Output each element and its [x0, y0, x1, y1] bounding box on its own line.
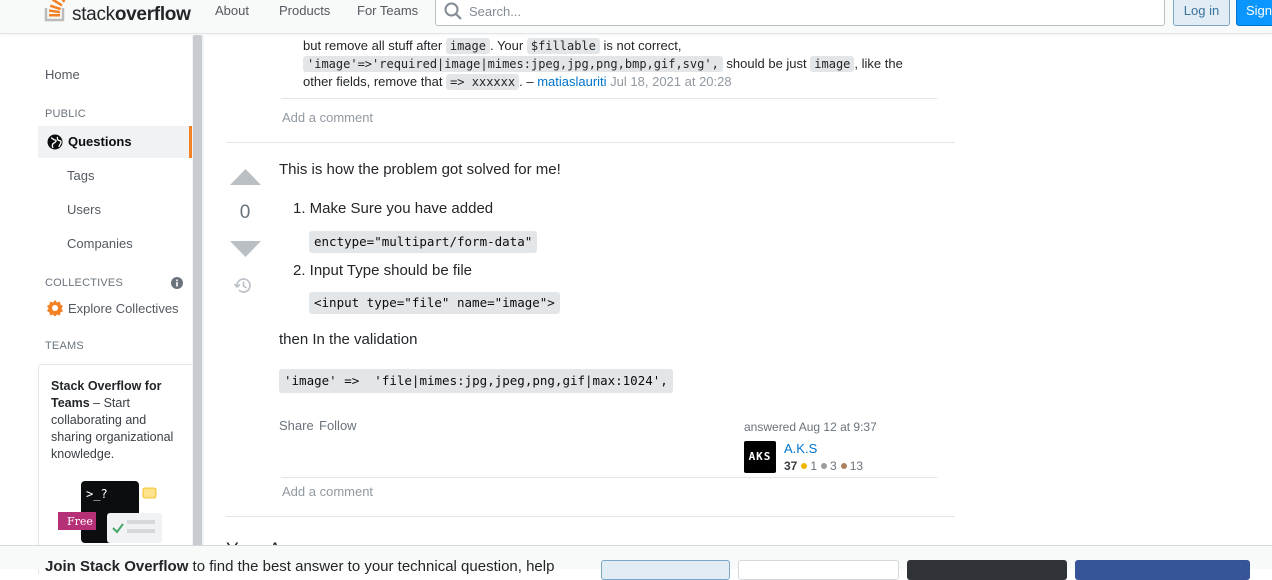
sidebar-item-users[interactable]: Users [67, 202, 101, 217]
sidebar-item-questions[interactable]: Questions [38, 126, 192, 158]
teams-promo-text: Stack Overflow for Teams – Start collabo… [51, 378, 186, 463]
sidebar-scrollbar-thumb[interactable] [193, 35, 202, 555]
left-sidebar: Home PUBLIC Questions Tags Users Compani… [0, 35, 195, 574]
comment-line-1: but remove all stuff after image. Your $… [303, 38, 682, 54]
section-collectives: COLLECTIVES [45, 277, 124, 289]
globe-icon [47, 134, 63, 150]
bronze-badge-count: 13 [849, 459, 864, 473]
comment-timestamp[interactable]: Jul 18, 2021 at 20:28 [610, 74, 731, 89]
upvote-arrow-icon[interactable] [229, 168, 262, 186]
vote-count: 0 [239, 202, 251, 223]
follow-link[interactable]: Follow [319, 418, 357, 433]
signup-button[interactable]: Sign [1236, 0, 1272, 26]
answered-timestamp[interactable]: answered Aug 12 at 9:37 [744, 420, 877, 434]
comment-line-3: other fields, remove that => xxxxxx. – m… [303, 74, 732, 90]
svg-text:>_?: >_? [86, 487, 108, 501]
answer-comment-divider [281, 477, 937, 478]
add-comment-link[interactable]: Add a comment [282, 484, 373, 499]
silver-badge-count: 3 [830, 459, 837, 473]
stack-logo-icon [44, 0, 66, 22]
comment-divider [281, 98, 937, 99]
explore-collectives-link[interactable]: Explore Collectives [68, 301, 179, 316]
inline-code: $fillable [526, 38, 600, 54]
nav-products[interactable]: Products [279, 3, 330, 18]
teams-promo-card: Stack Overflow for Teams – Start collabo… [38, 364, 192, 574]
search-placeholder: Search... [469, 4, 522, 19]
code-block-input: <input type="file" name="image"> [309, 292, 560, 314]
reputation-score: 37 [784, 459, 798, 473]
answer-step-2: 2. Input Type should be file [293, 262, 473, 279]
share-link[interactable]: Share [279, 418, 314, 433]
banner-facebook-button[interactable] [1075, 560, 1250, 580]
answer-step-1: 1. Make Sure you have added [293, 200, 494, 217]
inline-code: image [810, 56, 855, 72]
signup-banner: Join Stack Overflow to find the best ans… [0, 545, 1272, 580]
search-input[interactable]: Search... [435, 0, 1165, 26]
answer-then-text: then In the validation [279, 331, 418, 348]
user-reputation: 37 1 3 13 [784, 459, 863, 473]
code-block-validation: 'image' => 'file|mimes:jpg,jpeg,png,gif|… [279, 369, 673, 393]
avatar[interactable]: AKS [744, 441, 776, 473]
banner-text: Join Stack Overflow to find the best ans… [45, 558, 555, 575]
history-icon[interactable] [234, 276, 253, 295]
collectives-icon [47, 300, 63, 316]
teams-illustration-icon: >_? [58, 481, 162, 543]
answer-intro: This is how the problem got solved for m… [279, 161, 561, 178]
comment-line-2: 'image'=>'required|image|mimes:jpeg,jpg,… [303, 55, 903, 73]
answer-divider [226, 142, 955, 143]
sidebar-item-tags[interactable]: Tags [67, 168, 94, 183]
silver-badge-icon [821, 463, 828, 470]
sidebar-item-companies[interactable]: Companies [67, 236, 133, 251]
banner-github-button[interactable] [907, 560, 1067, 580]
inline-code: => xxxxxx [446, 74, 520, 90]
comment-author-link[interactable]: matiaslauriti [537, 74, 606, 89]
sidebar-item-home[interactable]: Home [45, 67, 80, 82]
banner-signup-button[interactable] [601, 560, 730, 580]
bronze-badge-icon [840, 463, 847, 470]
free-badge: Free [67, 515, 93, 528]
section-teams: TEAMS [45, 340, 84, 352]
section-public: PUBLIC [45, 108, 86, 120]
top-bar: stackoverflow About Products For Teams S… [0, 0, 1272, 34]
add-comment-link[interactable]: Add a comment [282, 110, 373, 125]
nav-about[interactable]: About [215, 3, 249, 18]
sidebar-item-label: Questions [68, 134, 132, 149]
stackoverflow-logo[interactable]: stackoverflow [44, 0, 191, 24]
nav-for-teams[interactable]: For Teams [357, 3, 418, 18]
answers-end-divider [226, 516, 955, 517]
inline-code: 'image'=>'required|image|mimes:jpeg,jpg,… [303, 56, 723, 72]
gold-badge-icon [801, 463, 808, 470]
search-icon [444, 2, 462, 20]
info-icon[interactable] [171, 277, 183, 289]
code-block-enctype: enctype="multipart/form-data" [309, 231, 538, 253]
gold-badge-count: 1 [810, 459, 818, 473]
downvote-arrow-icon[interactable] [229, 240, 262, 258]
inline-code: image [445, 38, 490, 54]
user-name-link[interactable]: A.K.S [784, 441, 817, 456]
banner-google-button[interactable] [738, 560, 899, 580]
logo-text: stackoverflow [72, 4, 191, 25]
login-button[interactable]: Log in [1173, 0, 1230, 26]
